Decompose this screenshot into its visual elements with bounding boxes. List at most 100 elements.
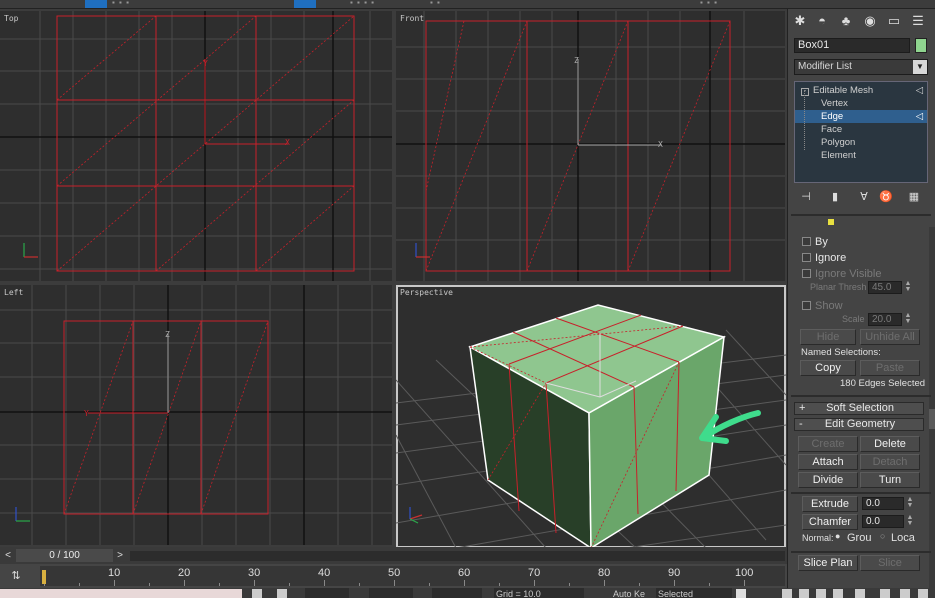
time-slider-value[interactable]: 0 / 100 xyxy=(16,549,113,562)
svg-text:Y: Y xyxy=(203,59,208,68)
make-unique-icon[interactable]: ∀ xyxy=(856,189,872,205)
configure-sets-icon[interactable]: ▦ xyxy=(906,189,922,205)
spinner-arrows-icon[interactable]: ▲ ▼ xyxy=(904,312,912,326)
stack-item-editable-mesh[interactable]: - Editable Mesh ◁ xyxy=(795,84,927,97)
stack-item-polygon[interactable]: Polygon xyxy=(795,136,927,149)
extrude-button[interactable]: Extrude xyxy=(802,496,858,512)
planar-thresh-field[interactable]: 45.0 xyxy=(868,281,902,294)
hierarchy-tab-icon[interactable]: ♣ xyxy=(837,12,855,30)
chamfer-button[interactable]: Chamfer xyxy=(802,514,858,530)
stack-item-element[interactable]: Element xyxy=(795,149,927,162)
ignore-backfacing-checkbox[interactable]: Ignore xyxy=(802,251,846,265)
display-tab-icon[interactable]: ▭ xyxy=(885,12,903,30)
edit-geometry-rollout[interactable]: - Edit Geometry xyxy=(794,418,924,431)
maxscript-listener-field[interactable] xyxy=(0,589,242,598)
time-next-button[interactable]: > xyxy=(113,549,127,562)
goto-end-icon[interactable] xyxy=(833,589,843,598)
collapse-icon[interactable]: - xyxy=(801,88,809,96)
viewport-top[interactable]: Y X Top xyxy=(0,11,392,281)
motion-tab-icon[interactable]: ◉ xyxy=(861,12,879,30)
toolbar-button[interactable] xyxy=(85,0,107,8)
auto-key-label[interactable]: Auto Ke xyxy=(613,588,645,598)
modifier-stack[interactable]: - Editable Mesh ◁ Vertex Edge ◁ Face Poly… xyxy=(794,81,928,183)
radio-selected-icon[interactable]: ● xyxy=(835,531,840,541)
viewport-label[interactable]: Top xyxy=(4,14,18,23)
stack-item-label: Face xyxy=(821,124,843,135)
object-name-field[interactable]: Box01 xyxy=(794,38,910,53)
copy-button[interactable]: Copy xyxy=(800,360,856,376)
viewport-label[interactable]: Perspective xyxy=(400,288,453,297)
key-filter-icon[interactable]: ⇅ xyxy=(8,569,24,583)
group-radio-label[interactable]: Grou xyxy=(847,532,871,544)
viewport-label[interactable]: Left xyxy=(4,288,23,297)
create-button[interactable]: Create xyxy=(798,436,858,452)
z-coordinate-field[interactable] xyxy=(432,588,482,598)
by-vertex-checkbox[interactable]: By xyxy=(802,235,828,249)
soft-selection-rollout[interactable]: + Soft Selection xyxy=(794,402,924,415)
unhide-all-button[interactable]: Unhide All xyxy=(860,329,920,345)
object-color-swatch[interactable] xyxy=(915,38,927,53)
radio-empty-icon[interactable]: ○ xyxy=(880,531,885,541)
lock-icon[interactable] xyxy=(252,589,262,598)
delete-button[interactable]: Delete xyxy=(860,436,920,452)
chamfer-amount-field[interactable]: 0.0 xyxy=(862,515,904,528)
viewport-left[interactable]: Z Y Left xyxy=(0,285,392,545)
paste-button[interactable]: Paste xyxy=(860,360,920,376)
time-prev-button[interactable]: < xyxy=(1,549,15,562)
pan-icon[interactable] xyxy=(900,589,910,598)
time-slider[interactable]: < 0 / 100 > xyxy=(0,547,787,564)
remove-modifier-icon[interactable]: ♉ xyxy=(878,189,894,205)
extrude-amount-field[interactable]: 0.0 xyxy=(862,497,904,510)
ignore-visible-checkbox[interactable]: Ignore Visible xyxy=(802,267,881,281)
divide-button[interactable]: Divide xyxy=(798,472,858,488)
selection-set-dropdown[interactable]: Selected xyxy=(656,588,732,598)
timeline-track[interactable]: 10 20 30 40 50 60 70 80 90 100 xyxy=(40,566,785,586)
stack-item-edge[interactable]: Edge ◁ xyxy=(795,110,927,123)
chevron-down-icon[interactable]: ▼ xyxy=(913,60,927,74)
checkbox-box[interactable] xyxy=(802,253,811,262)
attach-button[interactable]: Attach xyxy=(798,454,858,470)
show-normals-checkbox[interactable]: Show xyxy=(802,299,843,313)
spinner-arrows-icon[interactable]: ▲ ▼ xyxy=(906,514,914,528)
next-frame-icon[interactable] xyxy=(816,589,826,598)
viewport-front[interactable]: Z X Front xyxy=(396,11,785,281)
current-frame-marker[interactable] xyxy=(42,570,46,584)
transform-mode-icon[interactable] xyxy=(277,589,287,598)
pin-stack-icon[interactable]: ⊣ xyxy=(798,189,814,205)
timeline-tick xyxy=(464,580,465,586)
time-slider-track[interactable] xyxy=(130,551,785,561)
stack-item-vertex[interactable]: Vertex xyxy=(795,97,927,110)
turn-button[interactable]: Turn xyxy=(860,472,920,488)
viewport-perspective[interactable]: Perspective xyxy=(396,285,786,548)
spinner-arrows-icon[interactable]: ▲ ▼ xyxy=(904,280,912,294)
utilities-tab-icon[interactable]: ☰ xyxy=(909,12,927,30)
y-coordinate-field[interactable] xyxy=(369,588,413,598)
play-icon[interactable] xyxy=(799,589,809,598)
orbit-icon[interactable] xyxy=(918,589,928,598)
stack-item-face[interactable]: Face xyxy=(795,123,927,136)
panel-scroll-thumb[interactable] xyxy=(929,409,935,429)
show-end-result-icon[interactable]: ▮ xyxy=(827,189,843,205)
zoom-icon[interactable] xyxy=(880,589,890,598)
key-mode-icon[interactable] xyxy=(855,589,865,598)
goto-start-icon[interactable] xyxy=(782,589,792,598)
checkbox-box[interactable] xyxy=(802,301,811,310)
hide-button[interactable]: Hide xyxy=(800,329,856,345)
scale-field[interactable]: 20.0 xyxy=(868,313,902,326)
checkbox-box[interactable] xyxy=(802,237,811,246)
toolbar-button[interactable] xyxy=(294,0,316,8)
modifier-list-dropdown[interactable]: Modifier List ▼ xyxy=(794,59,928,75)
create-tab-icon[interactable]: ✱ xyxy=(791,12,809,30)
checkbox-box[interactable] xyxy=(802,269,811,278)
viewport-label[interactable]: Front xyxy=(400,14,424,23)
spinner-arrows-icon[interactable]: ▲ ▼ xyxy=(906,496,914,510)
slice-button[interactable]: Slice xyxy=(860,555,920,571)
named-selections-label: Named Selections: xyxy=(801,347,881,358)
set-key-icon[interactable] xyxy=(736,589,746,598)
local-radio-label[interactable]: Loca xyxy=(891,532,915,544)
slice-plane-button[interactable]: Slice Plan xyxy=(798,555,858,571)
timeline-number: 50 xyxy=(388,567,401,579)
detach-button[interactable]: Detach xyxy=(860,454,920,470)
x-coordinate-field[interactable] xyxy=(305,588,349,598)
modify-tab-icon[interactable]: ◓ xyxy=(813,12,831,30)
